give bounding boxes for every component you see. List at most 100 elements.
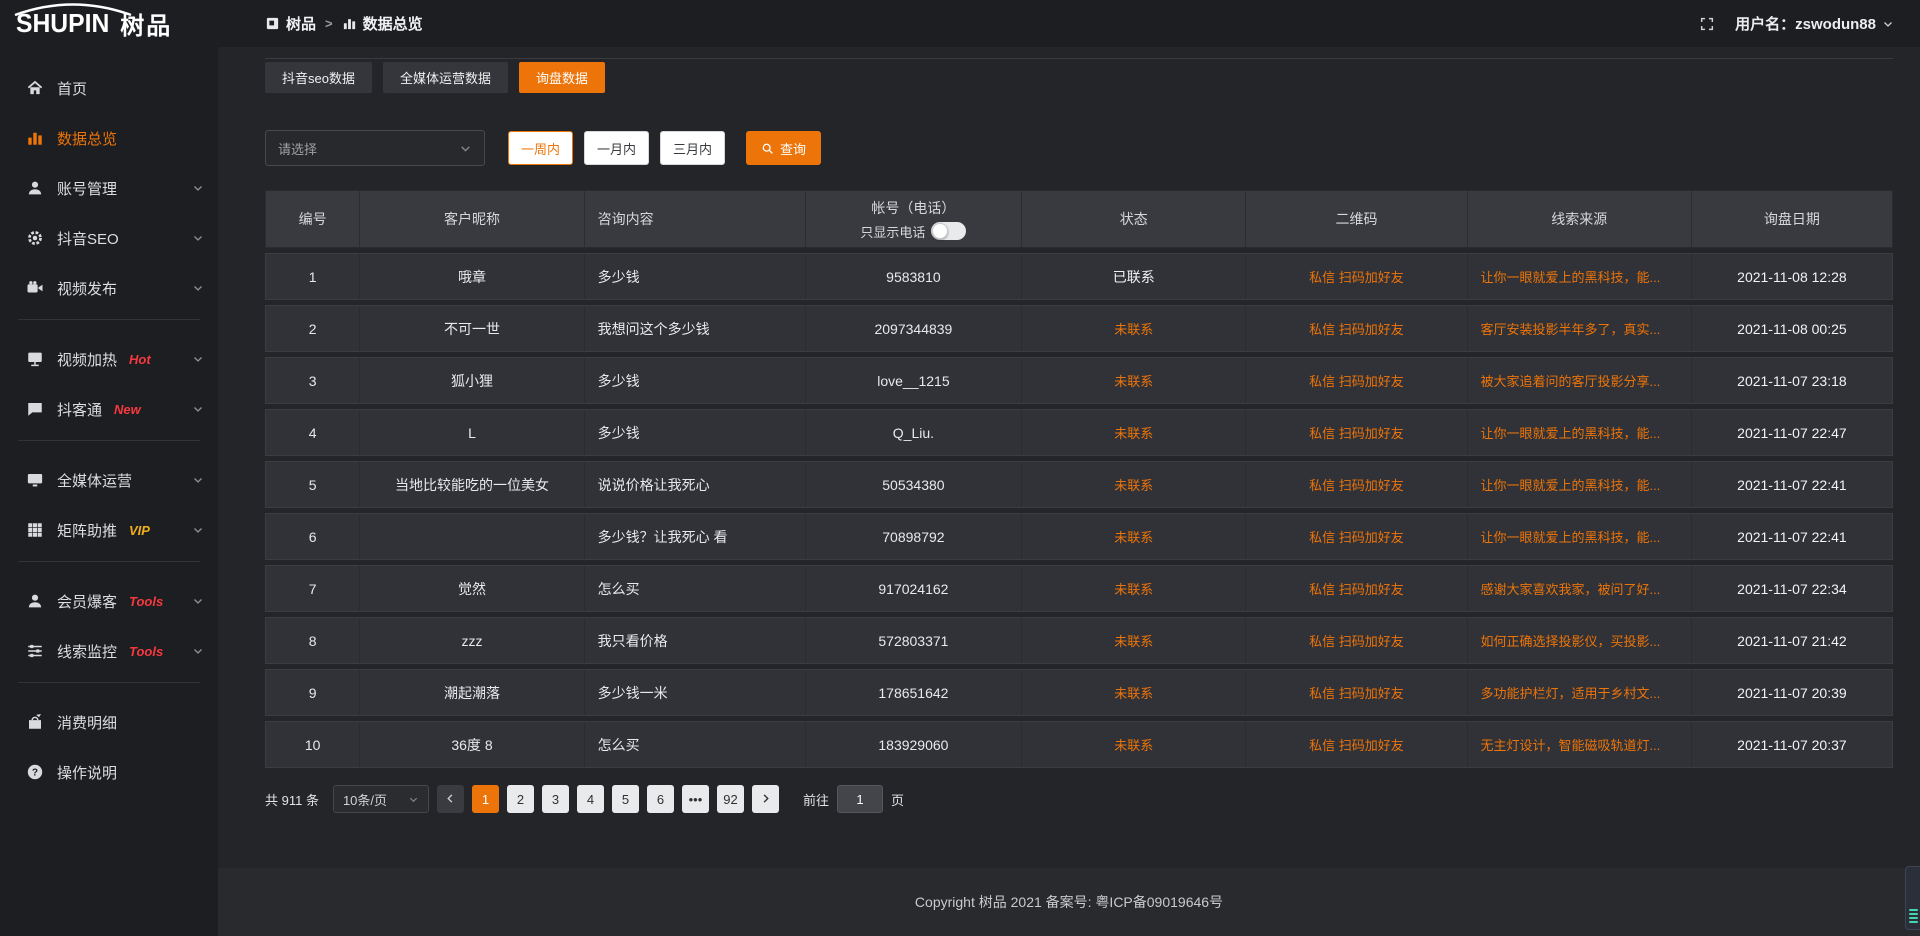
user-menu[interactable]: 用户名：zswodun88 — [1735, 13, 1894, 34]
inquiry-content: 我想问这个多少钱 — [585, 306, 806, 351]
phone-only-toggle[interactable] — [931, 222, 966, 240]
page-button-6[interactable]: 6 — [647, 785, 674, 813]
status-badge: 未联系 — [1022, 618, 1246, 663]
clue-source-link[interactable]: 被大家追着问的客厅投影分享... — [1468, 358, 1692, 403]
topbar-right: 用户名：zswodun88 — [1699, 13, 1894, 34]
sidebar-item-operation-guide[interactable]: ? 操作说明 — [0, 747, 218, 797]
sidebar-item-label: 线索监控 — [57, 641, 117, 662]
sidebar-item-label: 视频发布 — [57, 278, 117, 299]
table-row: 3狐小狸多少钱love__1215未联系私信 扫码加好友被大家追着问的客厅投影分… — [265, 357, 1893, 404]
filter-select[interactable]: 请选择 — [265, 130, 485, 166]
clue-source-link[interactable]: 让你一眼就爱上的黑科技，能... — [1468, 514, 1692, 559]
account-phone: 572803371 — [806, 618, 1022, 663]
sidebar-item-data-overview[interactable]: 数据总览 — [0, 113, 218, 163]
page-size-select[interactable]: 10条/页 — [333, 785, 429, 813]
sidebar-item-consumption-detail[interactable]: 消费明细 — [0, 697, 218, 747]
qr-code-link[interactable]: 私信 扫码加好友 — [1246, 670, 1467, 715]
prev-page-button[interactable] — [437, 785, 464, 813]
status-badge: 未联系 — [1022, 306, 1246, 351]
tab-1[interactable]: 全媒体运营数据 — [383, 62, 508, 93]
clue-source-link[interactable]: 让你一眼就爱上的黑科技，能... — [1468, 410, 1692, 455]
sidebar-item-media-operation[interactable]: 全媒体运营 — [0, 455, 218, 505]
sidebar-item-label: 首页 — [57, 78, 87, 99]
chevron-down-icon — [192, 182, 204, 194]
clue-source-link[interactable]: 让你一眼就爱上的黑科技，能... — [1468, 462, 1692, 507]
account-phone: 2097344839 — [806, 306, 1022, 351]
customer-nickname: 狐小狸 — [360, 358, 584, 403]
account-phone: 183929060 — [806, 722, 1022, 767]
page-button-3[interactable]: 3 — [542, 785, 569, 813]
row-number: 1 — [266, 254, 360, 299]
next-page-button[interactable] — [752, 785, 779, 813]
chevron-left-icon — [445, 792, 456, 807]
account-phone: 70898792 — [806, 514, 1022, 559]
qr-code-link[interactable]: 私信 扫码加好友 — [1246, 306, 1467, 351]
page-size-value: 10条/页 — [343, 790, 387, 809]
qr-code-link[interactable]: 私信 扫码加好友 — [1246, 462, 1467, 507]
column-header-5: 二维码 — [1246, 191, 1467, 247]
page-button-4[interactable]: 4 — [577, 785, 604, 813]
breadcrumb-item-home[interactable]: 树品 — [265, 13, 316, 34]
more-pages-button[interactable]: ••• — [682, 785, 709, 813]
topbar: 树品 > 数据总览 用户名：zswodun88 — [218, 0, 1920, 47]
jump-page-input[interactable] — [837, 785, 883, 813]
chevron-down-icon — [192, 645, 204, 657]
qr-code-link[interactable]: 私信 扫码加好友 — [1246, 618, 1467, 663]
search-icon — [761, 142, 774, 155]
clue-source-link[interactable]: 如何正确选择投影仪，买投影... — [1468, 618, 1692, 663]
clue-source-link[interactable]: 感谢大家喜欢我家，被问了好... — [1468, 566, 1692, 611]
sidebar-item-badge: Tools — [129, 594, 163, 609]
search-button[interactable]: 查询 — [746, 131, 821, 165]
sidebar-item-clue-monitor[interactable]: 线索监控Tools — [0, 626, 218, 676]
page-button-1[interactable]: 1 — [472, 785, 499, 813]
clue-source-link[interactable]: 让你一眼就爱上的黑科技，能... — [1468, 254, 1692, 299]
sidebar-item-badge: Hot — [129, 352, 151, 367]
tab-0[interactable]: 抖音seo数据 — [265, 62, 372, 93]
sidebar-item-label: 视频加热 — [57, 349, 117, 370]
table-row: 1036度 8怎么买183929060未联系私信 扫码加好友无主灯设计，智能磁吸… — [265, 721, 1893, 768]
fullscreen-icon[interactable] — [1699, 16, 1715, 32]
inquiry-content: 多少钱 — [585, 410, 806, 455]
qr-code-link[interactable]: 私信 扫码加好友 — [1246, 254, 1467, 299]
tab-2[interactable]: 询盘数据 — [519, 62, 605, 93]
inquiry-content: 多少钱？让我死心 看 — [585, 514, 806, 559]
period-button-2[interactable]: 三月内 — [660, 131, 725, 165]
period-button-0[interactable]: 一周内 — [508, 131, 573, 165]
clue-source-link[interactable]: 无主灯设计，智能磁吸轨道灯... — [1468, 722, 1692, 767]
sidebar-item-member-baoke[interactable]: 会员爆客Tools — [0, 576, 218, 626]
qr-code-link[interactable]: 私信 扫码加好友 — [1246, 410, 1467, 455]
sidebar-item-matrix-boost[interactable]: 矩阵助推VIP — [0, 505, 218, 555]
floating-widget[interactable] — [1905, 866, 1920, 930]
chevron-down-icon — [459, 142, 472, 155]
sidebar-item-video-heat[interactable]: 视频加热 Hot — [0, 334, 218, 384]
camera-icon — [26, 279, 44, 297]
qr-code-link[interactable]: 私信 扫码加好友 — [1246, 358, 1467, 403]
breadcrumb-item-current[interactable]: 数据总览 — [342, 13, 423, 34]
clue-source-link[interactable]: 多功能护栏灯，适用于乡村文... — [1468, 670, 1692, 715]
page-button-5[interactable]: 5 — [612, 785, 639, 813]
sidebar-item-label: 操作说明 — [57, 762, 117, 783]
inquiry-date: 2021-11-07 21:42 — [1692, 618, 1892, 663]
sidebar-item-douyin-seo[interactable]: 抖音SEO — [0, 213, 218, 263]
status-badge: 未联系 — [1022, 410, 1246, 455]
period-button-1[interactable]: 一月内 — [584, 131, 649, 165]
sidebar-item-account-manage[interactable]: 账号管理 — [0, 163, 218, 213]
sidebar-item-home[interactable]: 首页 — [0, 63, 218, 113]
svg-text:?: ? — [32, 767, 38, 778]
inquiry-content: 多少钱 — [585, 254, 806, 299]
sidebar-item-video-publish[interactable]: 视频发布 — [0, 263, 218, 313]
customer-nickname: zzz — [360, 618, 584, 663]
qr-code-link[interactable]: 私信 扫码加好友 — [1246, 514, 1467, 559]
sidebar-item-douketong[interactable]: 抖客通New — [0, 384, 218, 434]
qr-code-link[interactable]: 私信 扫码加好友 — [1246, 566, 1467, 611]
page-button-92[interactable]: 92 — [717, 785, 744, 813]
chevron-down-icon — [192, 353, 204, 365]
clue-source-link[interactable]: 客厅安装投影半年多了，真实... — [1468, 306, 1692, 351]
table-body: 1哦章多少钱9583810已联系私信 扫码加好友让你一眼就爱上的黑科技，能...… — [265, 253, 1893, 768]
sliders-icon — [26, 642, 44, 660]
page-button-2[interactable]: 2 — [507, 785, 534, 813]
status-badge: 未联系 — [1022, 462, 1246, 507]
qr-code-link[interactable]: 私信 扫码加好友 — [1246, 722, 1467, 767]
table-row: 9潮起潮落多少钱一米178651642未联系私信 扫码加好友多功能护栏灯，适用于… — [265, 669, 1893, 716]
account-phone: Q_Liu. — [806, 410, 1022, 455]
